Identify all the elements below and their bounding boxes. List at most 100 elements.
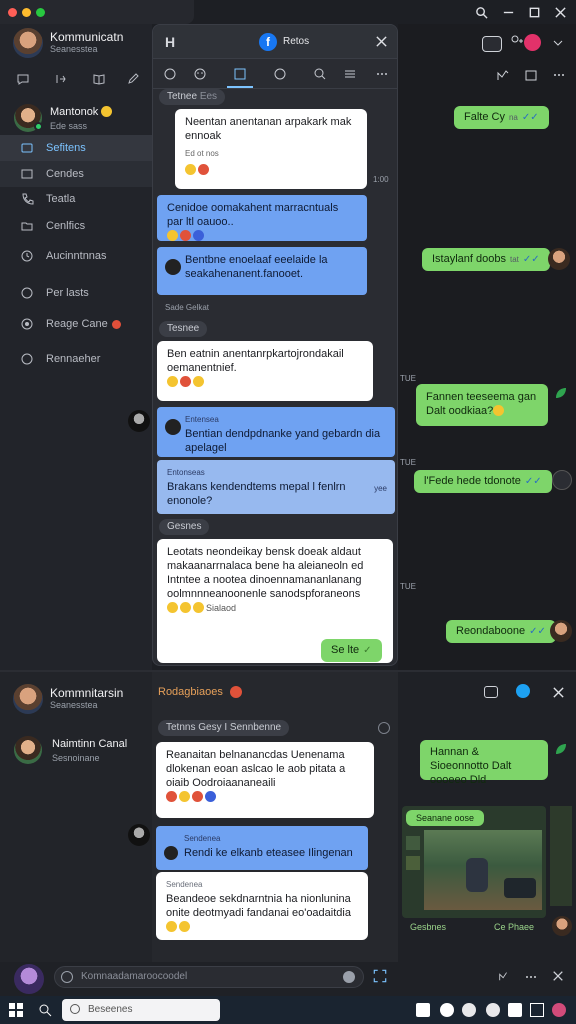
comment-icon[interactable]: [273, 67, 287, 81]
sidebar-item-reage-cane[interactable]: Reage Cane: [0, 311, 152, 337]
message-bubble[interactable]: Sendenea Rendi ke elkanb eteasee Ilingen…: [156, 826, 368, 870]
message-bubble[interactable]: Cenidoe oomakahent marracntuals par ltl …: [157, 195, 367, 241]
message-text: Se lte: [331, 644, 360, 656]
app-icon[interactable]: [416, 1003, 430, 1017]
outgoing-bubble[interactable]: Fannen teeseema gan Dalt oodkiaa?: [416, 384, 548, 426]
app-icon[interactable]: [462, 1003, 476, 1017]
media-label: Ce Phaee: [494, 922, 535, 932]
search-icon[interactable]: [38, 1003, 52, 1017]
profile-name: Kommunicatn: [50, 30, 124, 44]
message-bubble[interactable]: Entensea Bentian dendpdnanke yand gebard…: [157, 407, 395, 457]
close-icon[interactable]: [375, 35, 388, 48]
chart-icon[interactable]: [496, 68, 510, 82]
maximize-icon[interactable]: [528, 6, 541, 19]
calendar-icon[interactable]: [524, 68, 538, 82]
sidebar-item-per-lasts[interactable]: Per lasts: [0, 280, 152, 306]
message-time: Sialaod: [206, 603, 237, 613]
right-chat-area: Falte Cy na ✓✓ Istaylanf doobs tat ✓✓ TUE Fa…: [398, 24, 576, 670]
thumbnail[interactable]: [406, 836, 420, 850]
toggle-icon[interactable]: [484, 686, 498, 698]
app-icon[interactable]: [440, 1003, 454, 1017]
emoji-icon: [101, 106, 112, 117]
media-attachment[interactable]: Seanane oose: [402, 806, 546, 918]
emoji-icon[interactable]: [61, 971, 73, 983]
notification-badge: [111, 319, 121, 329]
message-text: Leotats neondeikay bensk doeak aldaut ma…: [167, 546, 364, 600]
message-bubble[interactable]: Bentbne enoelaaf eeelaide la seakahenane…: [157, 247, 367, 295]
app-icon[interactable]: [508, 1003, 522, 1017]
toggle-icon[interactable]: [482, 36, 502, 52]
refresh-icon[interactable]: [163, 67, 177, 81]
maximize-dot[interactable]: [36, 8, 45, 17]
app-icon[interactable]: [552, 1003, 566, 1017]
sidebar-item-label: Rennaeher: [46, 353, 101, 365]
sidebar-item-sefitens[interactable]: Sefitens: [0, 135, 152, 161]
avatar[interactable]: [13, 684, 43, 714]
mic-icon[interactable]: [343, 971, 355, 983]
chart-icon[interactable]: [498, 970, 510, 982]
emoji-face-icon[interactable]: [193, 67, 207, 81]
close-icon[interactable]: [554, 6, 567, 19]
outgoing-bubble[interactable]: Hannan & Sioeonnotto Dalt oooeeo Dld: [420, 740, 548, 786]
chat-toolbar: [153, 59, 397, 89]
sidebar-item-teatla[interactable]: Teatla: [0, 186, 152, 212]
more-icon[interactable]: [552, 68, 566, 82]
sidebar-item-cendes[interactable]: Cendes: [0, 161, 152, 187]
avatar[interactable]: [14, 964, 44, 994]
thumbnail[interactable]: [406, 856, 420, 870]
message-text: Reondaboone: [456, 625, 526, 637]
reply-leaf-icon[interactable]: [554, 742, 568, 756]
message-bubble[interactable]: Neentan anentanan arpakark mak ennoak Ed…: [175, 109, 367, 189]
outgoing-bubble[interactable]: l'Fede hede tdonote ✓✓: [414, 470, 552, 493]
search-icon[interactable]: [313, 67, 327, 81]
message-bubble[interactable]: Reanaitan belnanancdas Uenenama dlokenan…: [156, 742, 374, 818]
avatar[interactable]: [14, 736, 42, 764]
read-check-icon: ✓: [363, 645, 372, 656]
message-time: 1:00: [373, 175, 389, 184]
more-icon[interactable]: [524, 970, 538, 982]
windows-start-icon[interactable]: [9, 1003, 23, 1017]
taskbar-search-input[interactable]: Beseenes: [62, 999, 220, 1021]
read-check-icon: ✓✓: [524, 476, 542, 487]
outgoing-bubble[interactable]: Reondaboone ✓✓: [446, 620, 556, 643]
more-icon[interactable]: [375, 67, 389, 81]
info-icon[interactable]: [378, 722, 390, 734]
minimize-icon[interactable]: [502, 6, 515, 19]
minimize-dot[interactable]: [22, 8, 31, 17]
sidebar-item-cenlfics[interactable]: Cenlfics: [0, 213, 152, 239]
close-icon[interactable]: [552, 970, 564, 982]
attach-icon[interactable]: [372, 968, 388, 984]
app-icon[interactable]: [530, 1003, 544, 1017]
message-bubble[interactable]: Sendenea Beandeoe sekdnarntnia ha nionlu…: [156, 872, 368, 940]
message-bubble[interactable]: Entonseas Brakans kendendtems mepal l fe…: [157, 460, 395, 514]
avatar[interactable]: [13, 28, 43, 58]
message-input[interactable]: Komnaadamaroocoodel: [54, 966, 364, 988]
chat-bubble-icon[interactable]: [16, 72, 30, 86]
outgoing-bubble[interactable]: Se lte ✓: [321, 639, 382, 662]
status-icon: [516, 684, 530, 698]
outgoing-bubble[interactable]: Falte Cy na ✓✓: [454, 106, 549, 129]
tab-active-icon[interactable]: [233, 67, 247, 81]
add-user-icon[interactable]: [510, 34, 524, 48]
avatar[interactable]: [524, 34, 541, 51]
facebook-icon: f: [259, 33, 277, 51]
app-icon[interactable]: [486, 1003, 500, 1017]
message-bubble[interactable]: Leotats neondeikay bensk doeak aldaut ma…: [157, 539, 393, 663]
edit-icon[interactable]: [126, 72, 140, 86]
book-icon[interactable]: [92, 72, 106, 86]
sidebar-item-rennaeher[interactable]: Rennaeher: [0, 346, 152, 372]
close-dot[interactable]: [8, 8, 17, 17]
list-icon[interactable]: [343, 67, 357, 81]
sidebar-item-aucinntnnas[interactable]: Aucinntnnas: [0, 243, 152, 269]
message-text: Falte Cy: [464, 111, 505, 123]
thumbnail-strip[interactable]: [550, 806, 572, 906]
outgoing-bubble[interactable]: Istaylanf doobs tat ✓✓: [422, 248, 550, 271]
chevron-icon[interactable]: [551, 36, 565, 50]
close-icon[interactable]: [552, 686, 565, 699]
reply-leaf-icon[interactable]: [554, 386, 568, 400]
code-icon[interactable]: [54, 72, 68, 86]
sidebar-item-label: Cendes: [46, 168, 84, 180]
user-name: Mantonok: [50, 106, 99, 118]
message-bubble[interactable]: Ben eatnin anentanrpkartojrondakail oema…: [157, 341, 373, 401]
search-icon[interactable]: [475, 6, 488, 19]
